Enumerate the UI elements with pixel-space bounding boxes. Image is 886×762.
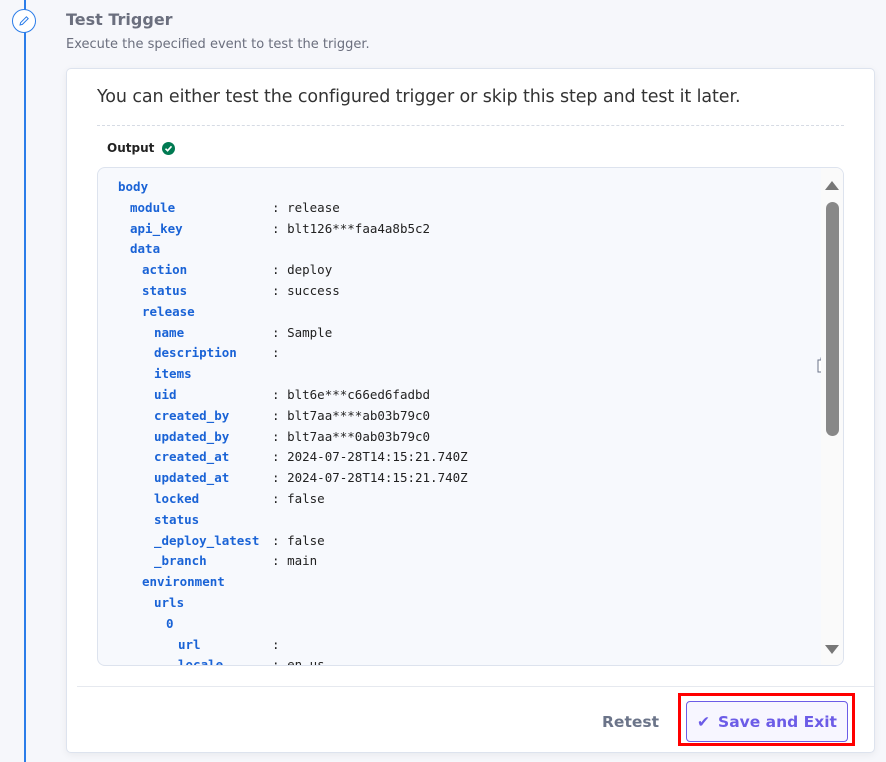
output-key: api_key (130, 220, 183, 236)
output-key: uid (154, 387, 177, 402)
output-value-text: main (287, 553, 318, 569)
output-value: : en-us (272, 654, 325, 666)
output-value: : Sample (272, 324, 333, 340)
output-value: : 2024-07-28T14:15:21.740Z (272, 470, 468, 486)
output-value: : blt126***faa4a8b5c2 (272, 220, 431, 236)
output-key: description (154, 345, 237, 361)
output-key: created_by (154, 407, 230, 423)
output-label: Output (107, 141, 155, 155)
step-title: Test Trigger (66, 10, 173, 29)
output-key: updated_at (154, 470, 230, 486)
output-key: release (142, 303, 195, 319)
save-and-exit-label: Save and Exit (718, 712, 837, 731)
output-value: : deploy (272, 262, 333, 278)
output-key: 0 (166, 615, 174, 631)
output-value-text: false (287, 532, 325, 548)
output-key: name (154, 324, 185, 340)
test-trigger-card: You can either test the configured trigg… (66, 68, 875, 753)
output-value: : false (272, 491, 325, 506)
save-and-exit-button[interactable]: ✔ Save and Exit (686, 701, 848, 742)
output-value: : main (272, 553, 318, 569)
output-value-text: blt126***faa4a8b5c2 (287, 220, 431, 236)
pencil-icon (19, 16, 29, 26)
output-value: : blt6e***c66ed6fadbd (272, 387, 431, 402)
output-key: created_at (154, 449, 230, 465)
divider (97, 125, 844, 126)
scroll-up-arrow-icon[interactable] (825, 181, 839, 190)
intro-text: You can either test the configured trigg… (97, 87, 741, 107)
output-key: body (118, 179, 149, 194)
output-value-text: success (287, 283, 340, 298)
output-value: : blt7aa****ab03b79c0 (272, 407, 431, 423)
output-value: : false (272, 532, 325, 548)
output-value-text: 2024-07-28T14:15:21.740Z (287, 449, 468, 465)
scrollbar[interactable] (821, 168, 843, 665)
output-key: status (154, 511, 200, 527)
output-key: locked (154, 491, 200, 506)
step-indicator (12, 9, 36, 33)
output-key: module (130, 199, 176, 215)
timeline-connector (24, 0, 26, 762)
output-value-text: blt6e***c66ed6fadbd (287, 387, 431, 402)
output-viewer: body module: release api_key: blt126***faa… (97, 167, 844, 666)
output-key: urls (154, 595, 185, 610)
scroll-down-arrow-icon[interactable] (825, 645, 839, 654)
output-key: status (142, 283, 188, 298)
output-value: : 2024-07-28T14:15:21.740Z (272, 449, 468, 465)
output-key: environment (142, 574, 225, 590)
output-key: url (178, 636, 201, 652)
output-key: items (154, 366, 192, 382)
output-key: data (130, 241, 161, 257)
output-value-text: 2024-07-28T14:15:21.740Z (287, 470, 468, 486)
output-key: _deploy_latest (154, 532, 260, 548)
output-key: action (142, 262, 188, 278)
output-header: Output (107, 141, 176, 155)
output-value: : release (272, 199, 340, 215)
output-value-text: deploy (287, 262, 333, 278)
checkmark-icon: ✔ (697, 712, 711, 731)
output-value-text: blt7aa***0ab03b79c0 (287, 428, 431, 444)
retest-button[interactable]: Retest (602, 713, 659, 731)
output-value-text: false (287, 491, 325, 506)
output-value-text: blt7aa****ab03b79c0 (287, 407, 431, 423)
output-value: : success (272, 283, 340, 298)
success-check-icon (162, 141, 176, 155)
step-subtitle: Execute the specified event to test the … (66, 37, 370, 52)
output-value: : (272, 345, 288, 361)
footer-divider (77, 686, 874, 687)
output-value: : blt7aa***0ab03b79c0 (272, 428, 431, 444)
scrollbar-thumb[interactable] (826, 202, 839, 436)
output-key: _branch (154, 553, 207, 569)
output-value: : (272, 636, 288, 652)
output-value-text: release (287, 199, 340, 215)
output-value-text: en-us (287, 657, 325, 666)
output-key: updated_by (154, 428, 230, 444)
output-key: locale (178, 657, 224, 666)
output-value-text: Sample (287, 324, 333, 340)
